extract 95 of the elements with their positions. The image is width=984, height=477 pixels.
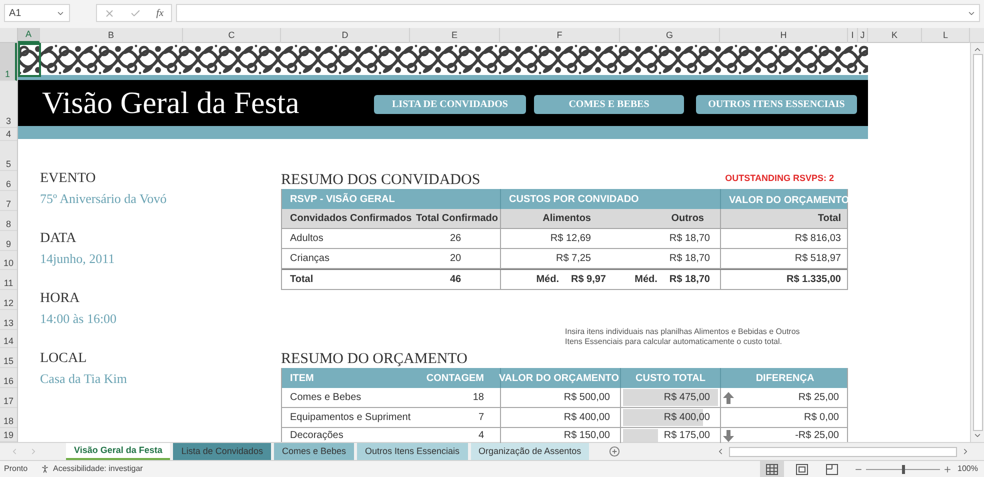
table-cell-text: R$ 7,25 [554,252,592,266]
row-header[interactable]: 8 [0,210,17,231]
sheet-tab[interactable]: Outros Itens Essenciais [357,443,468,460]
sheet-tab[interactable]: Visão Geral da Festa [66,443,170,460]
table-cell-text: R$ 0,00 [804,411,839,426]
table-cell-text: R$ 18,70 [669,273,710,288]
row-header[interactable]: 9 [0,230,17,251]
table-cell-text: R$ 175,00 [664,429,710,444]
detail-value: Casa da Tia Kim [40,370,128,388]
column-header[interactable]: A [18,28,40,43]
normal-view-icon[interactable] [760,461,784,477]
detail-label: DATA [40,230,78,248]
name-box[interactable]: A1 [4,4,70,22]
sheet-tab[interactable]: Comes e Bebes [274,443,354,460]
column-header: Convidados Confirmados [289,212,411,226]
row-header[interactable]: 7 [0,190,17,211]
table-cell-text: R$ 9,97 [570,273,606,288]
column-header[interactable]: K [868,28,922,43]
column-header: DIFERENÇA [754,372,816,386]
table-cell-text: Equipamentos e Supriment [289,411,411,426]
zoom-slider[interactable] [866,464,940,474]
column-header[interactable]: L [922,28,970,43]
table-cell-text: Méd. [536,273,559,288]
table-cell-text: Decorações [289,429,344,444]
detail-label: HORA [40,290,81,308]
table-cell: R$ 400,00 [501,408,621,428]
accessibility-status[interactable]: Acessibilidade: investigar [53,463,143,475]
table-cell-text: Crianças [289,252,330,266]
table-cell: R$ 500,00 [501,388,621,408]
check-icon[interactable] [130,8,142,18]
vertical-scrollbar[interactable] [970,43,984,442]
row-header[interactable]: 12 [0,290,17,310]
scroll-left-icon[interactable] [716,447,725,456]
detail-value: 14:00 às 16:00 [40,310,118,328]
detail-label: LOCAL [40,350,88,368]
status-text: Pronto [4,463,29,475]
row-header[interactable]: 16 [0,368,17,388]
cell-cursor [18,43,41,77]
row-header[interactable]: 11 [0,270,17,290]
zoom-level[interactable]: 100% [958,463,978,475]
table-cell-text: R$ 475,00 [664,391,710,406]
row-header[interactable]: 17 [0,388,17,408]
row-header[interactable]: 4 [0,128,17,141]
column-header: Outros [621,209,721,228]
table-cell-text: R$ 518,97 [794,252,842,266]
section-title: RESUMO DO ORÇAMENTO [281,351,468,368]
table-cell: 20 [411,249,501,268]
row-header[interactable]: 5 [0,140,17,171]
table-cell-text: Méd. [634,273,658,288]
add-sheet-icon[interactable] [609,446,620,457]
column-header: VALOR DO ORÇAMENTO [501,368,621,388]
table-cell: 46 [411,270,501,290]
row-header[interactable]: 14 [0,330,17,348]
table-cell: 26 [411,229,501,248]
section-title: RESUMO DOS CONVIDADOS [281,172,480,190]
table-cell-text: R$ 816,03 [794,232,842,246]
zoom-thumb[interactable] [902,464,905,474]
scroll-up-icon[interactable] [973,45,982,54]
table-cell: 7 [411,408,501,428]
table-cell-text: R$ 400,00 [664,411,710,426]
row-header[interactable]: 18 [0,408,17,428]
detail-value: 14junho, 2011 [40,250,116,268]
table-cell-text: -R$ 25,00 [795,429,839,444]
table-cell-text: R$ 25,00 [798,391,839,406]
table-cell-text: R$ 1.335,00 [786,273,842,288]
column-header: CUSTO TOTAL [621,368,721,388]
row-header[interactable]: 15 [0,348,17,368]
insert-function-button[interactable]: fx [156,6,164,20]
detail-label: EVENTO [40,170,97,188]
table-cell-text: Total [289,273,314,288]
row-header[interactable]: 6 [0,170,17,191]
row-header[interactable]: 1 [0,43,17,81]
accessibility-icon[interactable] [40,464,50,474]
column-header: Alimentos [542,212,592,226]
formula-input[interactable] [176,4,980,22]
table-cell-text: Adultos [289,232,324,246]
row-header[interactable]: 3 [0,80,17,128]
table-cell-text: Comes e Bebes [289,391,362,406]
page-title: Visão Geral da Festa [42,84,300,122]
table-cell: R$ 18,70 [621,249,721,268]
table-cell: 18 [411,388,501,408]
group-header: VALOR DO ORÇAMENTO [728,194,849,208]
table-cell: R$ 18,70 [621,229,721,248]
column-header: Total Confirmado [411,209,501,228]
row-header[interactable]: 13 [0,310,17,330]
budget-note: Insira itens individuais nas planilhas Alimentos e Bebidas e Outros Itens Essenciais para calcular automaticamente o custo total. [565,327,801,348]
scroll-right-icon[interactable] [961,447,970,456]
zoom-in-icon[interactable] [942,464,952,474]
sheet-tab[interactable]: Organização de Assentos [470,443,590,460]
table-cell-text: R$ 12,69 [549,232,592,246]
column-header: ITEM [289,372,315,386]
detail-value: 75º Aniversário da Vovó [40,190,168,208]
column-header: Total [816,212,842,226]
outstanding-rsvps-label: OUTSTANDING RSVPS: 2 [725,172,834,185]
row-header[interactable]: 10 [0,250,17,270]
